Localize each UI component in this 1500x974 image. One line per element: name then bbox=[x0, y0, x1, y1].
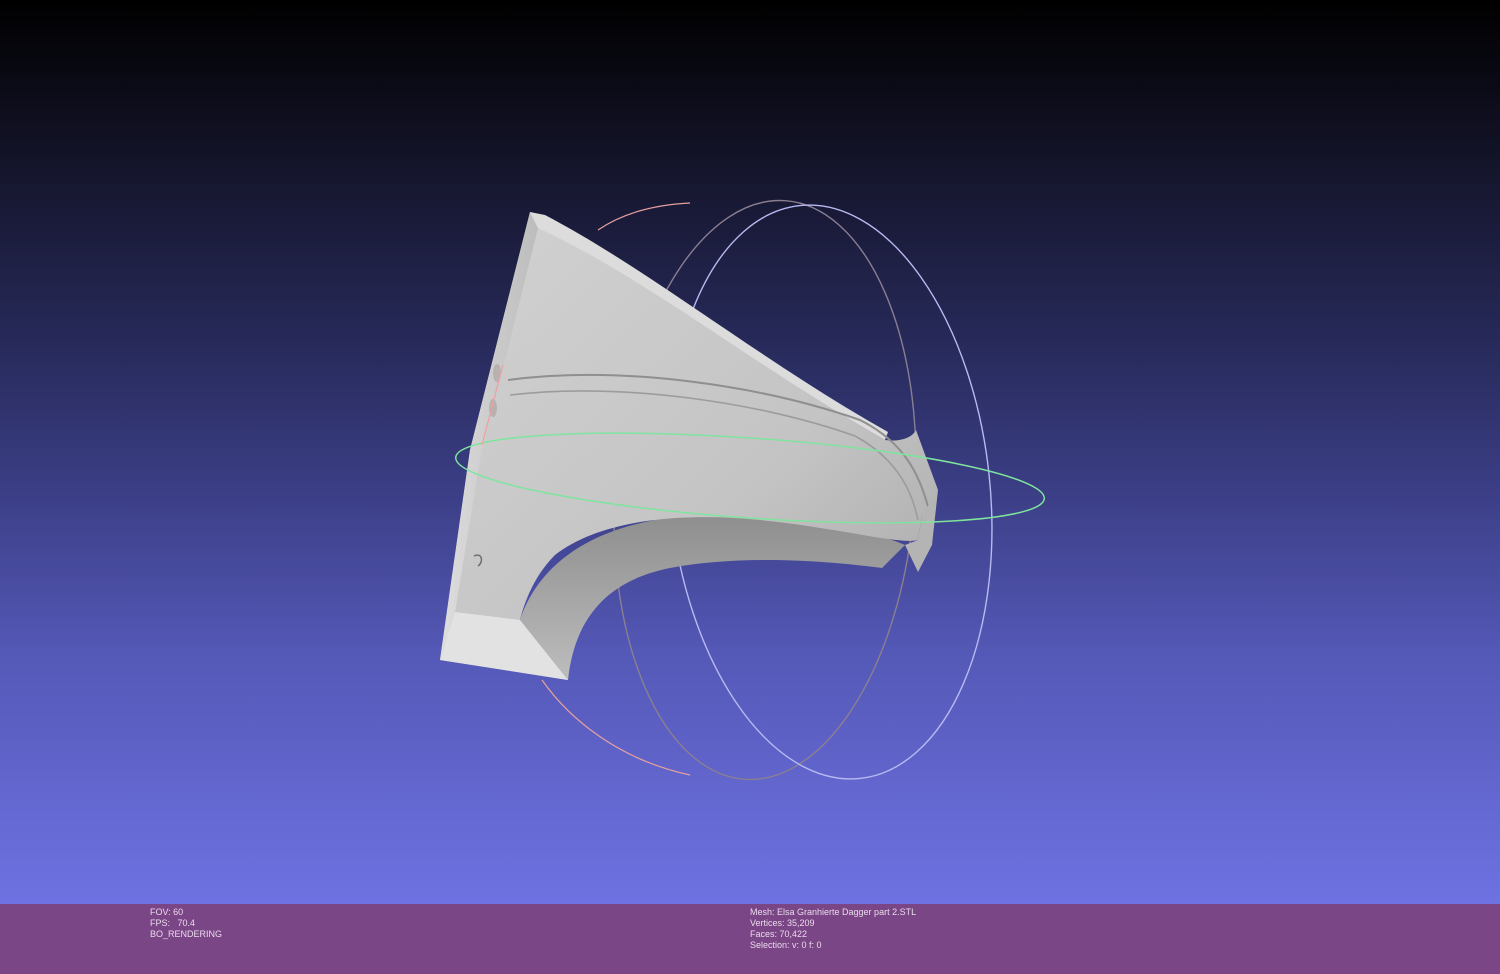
scene-canvas[interactable] bbox=[0, 0, 1500, 904]
fps-readout: FPS: 70.4 bbox=[150, 918, 196, 928]
info-bar: FOV: 60 FPS: 70.4 BO_RENDERING Mesh: Els… bbox=[0, 904, 1500, 974]
render-mode-readout: BO_RENDERING bbox=[150, 929, 223, 939]
fov-readout: FOV: 60 bbox=[150, 907, 184, 917]
3d-viewport[interactable] bbox=[0, 0, 1500, 904]
trackball-accent-arc-top bbox=[597, 202, 691, 231]
mesh-name-readout: Mesh: Elsa Granhierte Dagger part 2.STL bbox=[750, 907, 917, 917]
render-info: FOV: 60 FPS: 70.4 BO_RENDERING bbox=[150, 907, 222, 940]
faces-readout: Faces: 70,422 bbox=[750, 929, 808, 939]
trackball-accent-arc-bottom bbox=[541, 679, 691, 776]
mesh-info: Mesh: Elsa Granhierte Dagger part 2.STL … bbox=[750, 907, 916, 951]
selection-readout: Selection: v: 0 f: 0 bbox=[750, 940, 822, 950]
vertices-readout: Vertices: 35,209 bbox=[750, 918, 815, 928]
mesh-model[interactable] bbox=[440, 212, 938, 680]
